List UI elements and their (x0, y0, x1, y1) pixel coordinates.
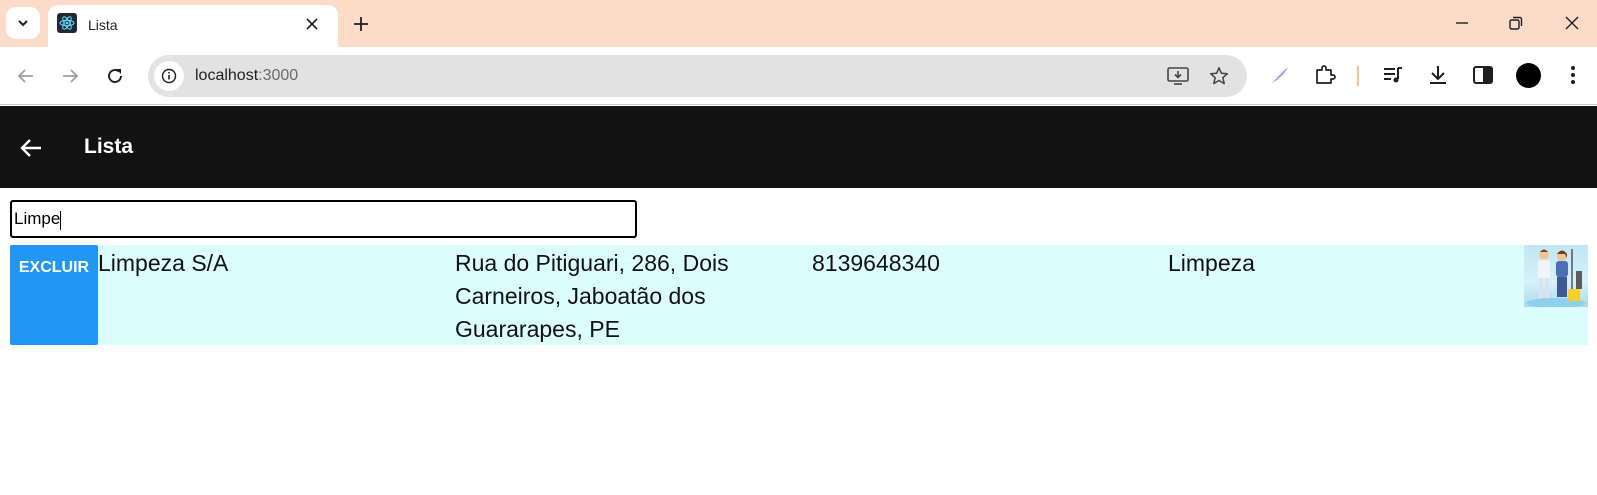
bookmark-button[interactable] (1207, 64, 1231, 88)
install-app-icon (1167, 67, 1189, 85)
tab-close-button[interactable] (301, 13, 323, 35)
close-icon (1565, 16, 1579, 30)
more-vertical-icon (1571, 66, 1575, 84)
close-icon (306, 18, 318, 30)
quill-icon (1272, 67, 1288, 83)
extension-quill-button[interactable] (1267, 62, 1293, 88)
tab-lista[interactable]: Lista (48, 5, 338, 47)
company-phone: 8139648340 (812, 250, 940, 276)
plus-icon (354, 17, 368, 31)
cleaning-team-photo-icon (1524, 245, 1588, 307)
url-text: localhost:3000 (195, 67, 298, 85)
extensions-button[interactable] (1312, 62, 1338, 88)
info-icon (161, 68, 177, 84)
app-back-button[interactable] (16, 133, 46, 163)
side-panel-button[interactable] (1470, 62, 1496, 88)
reload-icon (108, 69, 122, 83)
company-name: Limpeza S/A (98, 250, 229, 276)
download-icon (1430, 66, 1446, 84)
playlist-music-icon (1384, 67, 1402, 83)
arrow-right-icon (63, 69, 79, 83)
minimize-window-button[interactable] (1447, 10, 1477, 36)
browser-tab-strip: Lista (0, 0, 1597, 47)
minimize-icon (1456, 22, 1468, 24)
close-window-button[interactable] (1557, 10, 1587, 36)
tab-search-button[interactable] (6, 7, 40, 39)
forward-button[interactable] (55, 61, 85, 91)
chrome-menu-button[interactable] (1560, 62, 1586, 88)
restore-window-button[interactable] (1501, 10, 1531, 36)
company-category: Limpeza (1168, 250, 1255, 276)
text-cursor (60, 211, 61, 230)
back-button[interactable] (11, 61, 41, 91)
app-header: Lista (0, 106, 1597, 188)
profile-avatar[interactable] (1516, 63, 1541, 88)
arrow-left-icon (20, 139, 41, 157)
install-app-button[interactable] (1166, 64, 1190, 88)
chevron-down-icon (18, 20, 28, 27)
site-info-button[interactable] (154, 61, 184, 91)
new-tab-button[interactable] (348, 11, 374, 37)
toolbar-separator (1357, 66, 1359, 86)
search-input[interactable] (10, 200, 637, 238)
url-host: localhost (195, 67, 259, 84)
puzzle-icon (1316, 65, 1336, 84)
company-address: Rua do Pitiguari, 286, Dois Carneiros, J… (455, 250, 729, 342)
address-bar[interactable]: localhost:3000 (148, 55, 1247, 97)
arrow-left-icon (17, 69, 33, 83)
side-panel-icon (1473, 66, 1493, 84)
react-logo-icon (57, 13, 77, 33)
star-icon (1209, 67, 1229, 85)
reload-button[interactable] (100, 61, 130, 91)
page-title: Lista (84, 135, 134, 158)
list-item: EXCLUIR Limpeza S/A Rua do Pitiguari, 28… (10, 245, 1588, 345)
downloads-button[interactable] (1425, 62, 1451, 88)
delete-button[interactable]: EXCLUIR (10, 245, 98, 345)
tab-title: Lista (88, 17, 118, 33)
browser-toolbar: localhost:3000 (0, 47, 1597, 105)
url-port: :3000 (258, 67, 299, 84)
media-controls-button[interactable] (1380, 62, 1406, 88)
restore-icon (1509, 16, 1523, 30)
